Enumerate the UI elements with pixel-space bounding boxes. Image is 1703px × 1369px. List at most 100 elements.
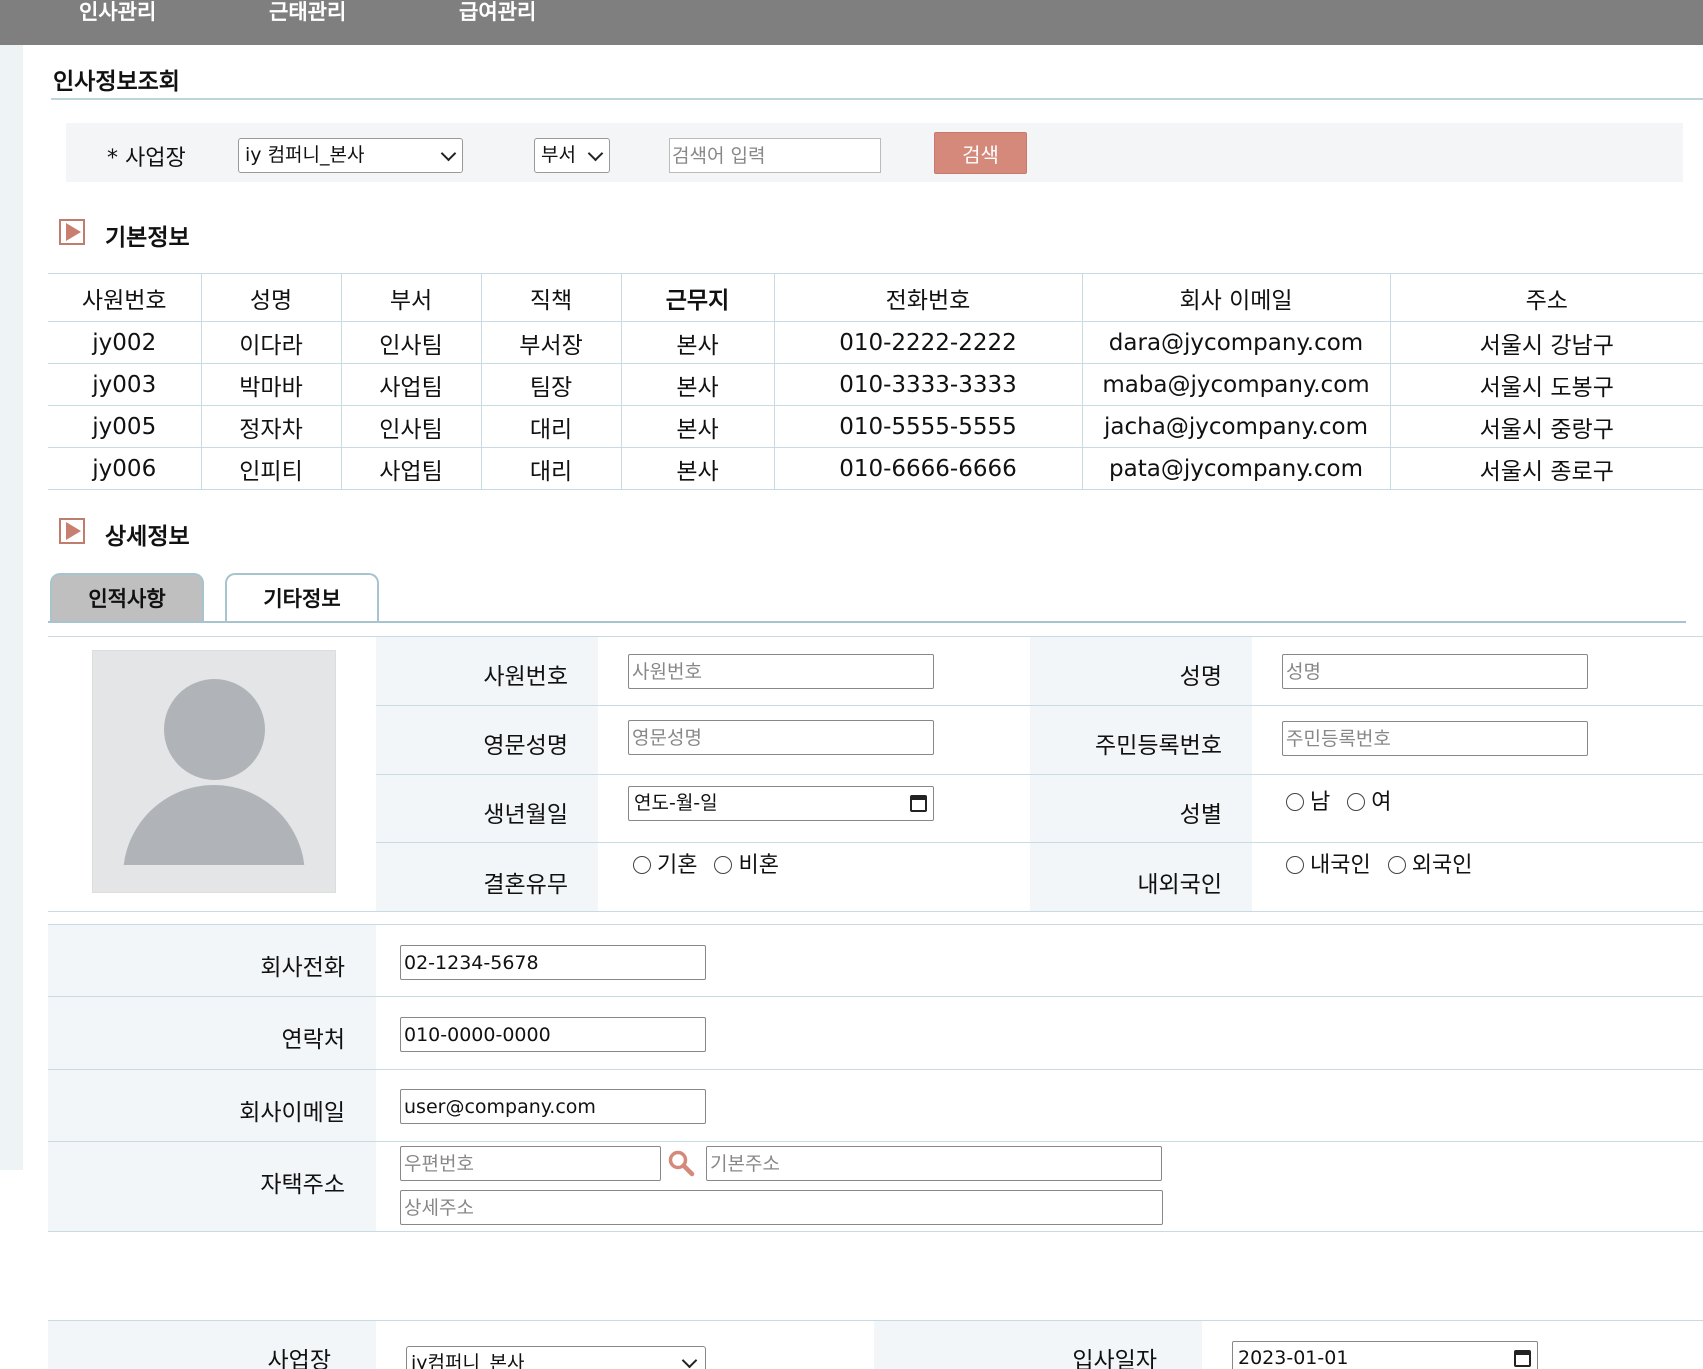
cell-position: 대리 bbox=[480, 447, 621, 490]
company-email-label: 회사이메일 bbox=[239, 1100, 345, 1126]
table-row[interactable]: jy005 정자차 인사팀 대리 본사 010-5555-5555 jacha@… bbox=[48, 405, 1703, 448]
marriage-radio-single[interactable] bbox=[714, 856, 733, 874]
cell-position: 대리 bbox=[480, 405, 621, 448]
cell-workplace: 본사 bbox=[620, 405, 774, 448]
divider bbox=[376, 842, 1703, 843]
cell-address: 서울시 강남구 bbox=[1389, 321, 1703, 364]
company-phone-label: 회사전화 bbox=[260, 955, 345, 981]
dept-select[interactable]: 부서 bbox=[534, 138, 610, 173]
cell-address: 서울시 종로구 bbox=[1389, 447, 1703, 490]
chevron-down-icon bbox=[587, 145, 604, 162]
page-title: 인사정보조회 bbox=[53, 69, 180, 95]
column-header: 성명 bbox=[200, 273, 341, 322]
table-row[interactable]: jy003 박마바 사업팀 팀장 본사 010-3333-3333 maba@j… bbox=[48, 363, 1703, 406]
cell-workplace: 본사 bbox=[620, 363, 774, 406]
site-select[interactable]: iy 컴퍼니_본사 bbox=[238, 138, 463, 173]
nationality-radio-domestic[interactable] bbox=[1286, 856, 1304, 874]
search-button[interactable]: 검색 bbox=[934, 132, 1027, 174]
company-email-field[interactable] bbox=[400, 1089, 706, 1124]
column-header: 직책 bbox=[480, 273, 621, 322]
nav-item-hr[interactable]: 인사관리 bbox=[79, 0, 156, 24]
section-title-detail: 상세정보 bbox=[105, 524, 190, 550]
nationality-option-label[interactable]: 내국인 bbox=[1310, 853, 1371, 878]
search-input[interactable] bbox=[669, 138, 881, 173]
nav-item-attendance[interactable]: 근태관리 bbox=[269, 0, 346, 24]
calendar-icon[interactable] bbox=[1514, 1350, 1531, 1367]
cell-dept: 사업팀 bbox=[340, 363, 481, 406]
tab-personal[interactable]: 인적사항 bbox=[50, 573, 204, 622]
contact-field[interactable] bbox=[400, 1017, 706, 1052]
site-field-label: 사업장 bbox=[267, 1348, 331, 1369]
nationality-option-label[interactable]: 외국인 bbox=[1412, 853, 1473, 878]
marriage-option-label[interactable]: 비혼 bbox=[738, 853, 778, 878]
table-row[interactable]: jy006 인피티 사업팀 대리 본사 010-6666-6666 pata@j… bbox=[48, 447, 1703, 490]
title-divider bbox=[51, 98, 1703, 100]
cell-email: maba@jycompany.com bbox=[1081, 363, 1390, 406]
nationality-radio-foreign[interactable] bbox=[1387, 856, 1406, 874]
avatar-placeholder-icon bbox=[92, 650, 336, 893]
column-header: 사원번호 bbox=[48, 273, 201, 322]
cell-phone: 010-5555-5555 bbox=[773, 405, 1082, 448]
detail-address-field[interactable] bbox=[400, 1190, 1163, 1225]
join-date-value: 2023-01-01 bbox=[1238, 1347, 1349, 1369]
eng-name-field[interactable] bbox=[628, 720, 934, 755]
emp-no-label: 사원번호 bbox=[483, 664, 568, 690]
gender-radio-male[interactable] bbox=[1286, 793, 1304, 811]
marriage-radio-married[interactable] bbox=[633, 856, 651, 874]
column-header: 근무지 bbox=[620, 273, 774, 322]
eng-name-label: 영문성명 bbox=[483, 733, 568, 759]
dept-select-value: 부서 bbox=[541, 144, 576, 166]
calendar-icon[interactable] bbox=[910, 795, 927, 812]
marriage-label: 결혼유무 bbox=[483, 872, 568, 898]
name-field[interactable] bbox=[1282, 654, 1588, 689]
birth-label: 생년월일 bbox=[483, 802, 568, 828]
table-header-row: 사원번호 성명 부서 직책 근무지 전화번호 회사 이메일 주소 bbox=[48, 273, 1703, 322]
company-phone-field[interactable] bbox=[400, 945, 706, 980]
cell-email: dara@jycompany.com bbox=[1081, 321, 1390, 364]
divider bbox=[376, 774, 1703, 775]
join-date-label: 입사일자 bbox=[1072, 1348, 1157, 1369]
chevron-down-icon bbox=[681, 1352, 698, 1369]
top-nav: 인사관리 근태관리 급여관리 bbox=[0, 0, 1703, 45]
cell-position: 팀장 bbox=[480, 363, 621, 406]
column-header: 전화번호 bbox=[773, 273, 1082, 322]
section-title-basic: 기본정보 bbox=[105, 225, 190, 251]
cell-address: 서울시 중랑구 bbox=[1389, 405, 1703, 448]
cell-phone: 010-6666-6666 bbox=[773, 447, 1082, 490]
zipcode-field[interactable] bbox=[400, 1146, 661, 1181]
gender-radio-group: 남 여 bbox=[1280, 789, 1396, 817]
marriage-option-label[interactable]: 기혼 bbox=[657, 853, 697, 878]
site-field-select[interactable]: jy컴퍼니_본사 bbox=[406, 1346, 706, 1369]
home-address-label: 자택주소 bbox=[260, 1172, 345, 1198]
gender-option-label[interactable]: 여 bbox=[1371, 790, 1391, 815]
column-header: 부서 bbox=[340, 273, 481, 322]
nationality-label: 내외국인 bbox=[1137, 872, 1222, 898]
base-address-field[interactable] bbox=[706, 1146, 1162, 1181]
cell-name: 이다라 bbox=[200, 321, 341, 364]
left-sidebar-strip bbox=[0, 45, 23, 1170]
cell-address: 서울시 도봉구 bbox=[1389, 363, 1703, 406]
emp-no-field[interactable] bbox=[628, 654, 934, 689]
nav-item-payroll[interactable]: 급여관리 bbox=[459, 0, 536, 24]
search-icon[interactable] bbox=[667, 1149, 695, 1177]
play-icon bbox=[59, 518, 85, 544]
gender-option-label[interactable]: 남 bbox=[1310, 790, 1330, 815]
gender-radio-female[interactable] bbox=[1347, 793, 1366, 811]
rrn-field[interactable] bbox=[1282, 721, 1588, 756]
birth-date-field[interactable]: 연도-월-일 bbox=[628, 786, 934, 821]
divider bbox=[376, 705, 1703, 706]
cell-name: 인피티 bbox=[200, 447, 341, 490]
marriage-radio-group: 기혼 비혼 bbox=[627, 852, 783, 880]
chevron-down-icon bbox=[440, 145, 457, 162]
join-date-field[interactable]: 2023-01-01 bbox=[1232, 1341, 1538, 1369]
site-select-value: iy 컴퍼니_본사 bbox=[245, 144, 365, 166]
tab-other[interactable]: 기타정보 bbox=[225, 573, 379, 622]
cell-dept: 인사팀 bbox=[340, 321, 481, 364]
cell-workplace: 본사 bbox=[620, 321, 774, 364]
cell-emp-no: jy002 bbox=[48, 321, 201, 364]
nationality-radio-group: 내국인 외국인 bbox=[1280, 852, 1476, 880]
cell-emp-no: jy005 bbox=[48, 405, 201, 448]
divider bbox=[48, 911, 1703, 912]
site-label: * 사업장 bbox=[107, 146, 186, 171]
table-row[interactable]: jy002 이다라 인사팀 부서장 본사 010-2222-2222 dara@… bbox=[48, 321, 1703, 364]
